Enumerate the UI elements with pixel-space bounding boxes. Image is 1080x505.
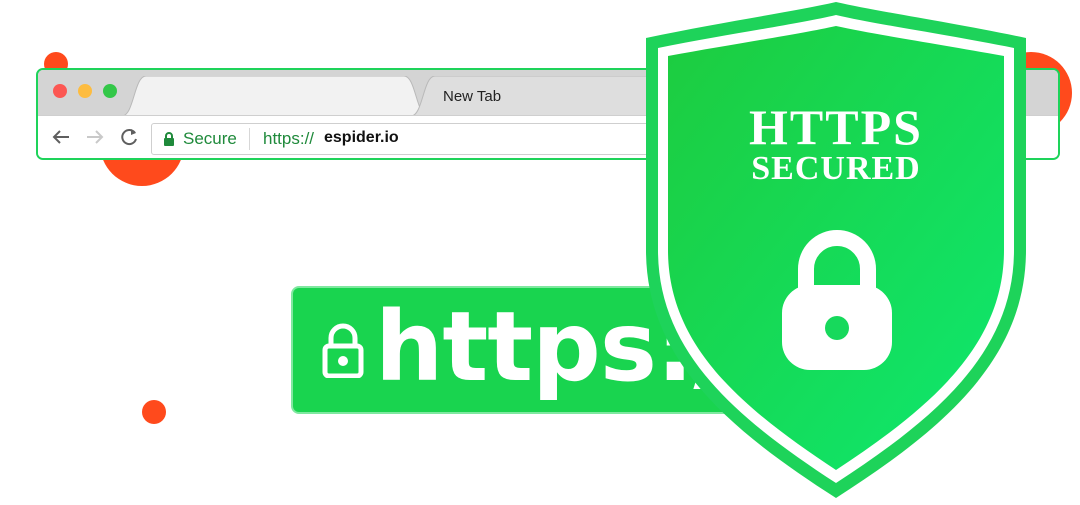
url-host: espider.io (324, 129, 399, 146)
tab-active[interactable]: × (122, 76, 490, 116)
secure-label: Secure (183, 129, 237, 148)
tab-shape (122, 76, 428, 116)
address-bar[interactable]: Secure https:// espider.io (151, 123, 673, 155)
lock-icon (321, 322, 365, 383)
tab-title: New Tab (443, 88, 502, 105)
shield-title: HTTPS (749, 99, 923, 155)
url-divider (249, 128, 250, 150)
security-shield: HTTPS SECURED (642, 0, 1030, 500)
forward-icon[interactable] (84, 126, 106, 153)
accent-dot (142, 400, 166, 424)
back-icon[interactable] (50, 126, 72, 153)
window-minimize-button[interactable] (78, 84, 92, 98)
reload-icon[interactable] (118, 126, 140, 153)
url-scheme: https:// (263, 129, 315, 148)
window-close-button[interactable] (53, 84, 67, 98)
window-maximize-button[interactable] (103, 84, 117, 98)
lock-icon (163, 132, 175, 151)
tab-new-tab[interactable]: New Tab (411, 76, 681, 116)
shield-subtitle: SECURED (751, 150, 921, 187)
padlock-icon (782, 225, 892, 375)
